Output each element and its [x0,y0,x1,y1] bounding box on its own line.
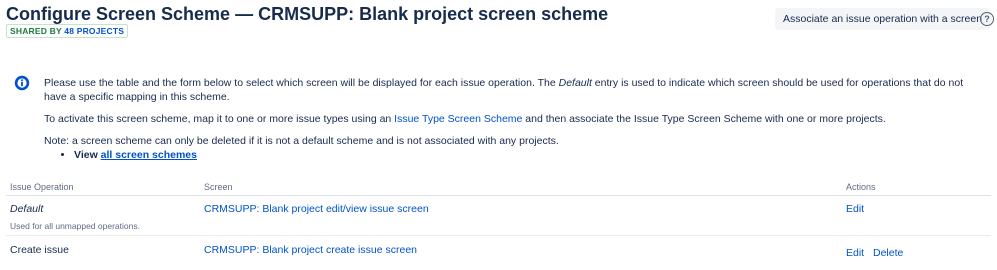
issue-type-screen-scheme-link[interactable]: Issue Type Screen Scheme [394,113,522,125]
view-list: View all screen schemes [44,148,974,162]
screen-link-edit-view[interactable]: CRMSUPP: Blank project edit/view issue s… [204,203,429,215]
help-icon[interactable]: ? [980,12,994,26]
info-paragraph-3: Note: a screen scheme can only be delete… [44,135,559,147]
edit-button-default[interactable]: Edit [846,203,864,215]
badge-prefix: SHARED BY [10,26,62,36]
column-header-issue-operation: Issue Operation [10,182,74,192]
row-operation-default: Default [10,203,44,215]
associate-operation-button[interactable]: Associate an issue operation with a scre… [775,8,991,30]
info-message: Please use the table and the form below … [44,76,974,162]
delete-button-create-issue[interactable]: Delete [873,247,903,259]
badge-project-count: 48 PROJECTS [64,26,125,36]
table-row-divider [6,235,991,236]
row-operation-description: Used for all unmapped operations. [10,221,140,231]
column-header-actions: Actions [846,182,876,192]
table-header-divider [6,195,991,196]
page-title: Configure Screen Scheme — CRMSUPP: Blank… [6,4,609,24]
view-list-item: View all screen schemes [74,148,974,162]
row-operation-create-issue: Create issue [10,244,69,256]
info-paragraph-1: Please use the table and the form below … [44,77,964,103]
info-paragraph-2: To activate this screen scheme, map it t… [44,113,886,125]
shared-by-badge[interactable]: SHARED BY 48 PROJECTS [6,24,129,38]
column-header-screen: Screen [204,182,233,192]
edit-button-create-issue[interactable]: Edit [846,247,864,259]
screen-link-create[interactable]: CRMSUPP: Blank project create issue scre… [204,244,417,256]
all-screen-schemes-link[interactable]: all screen schemes [101,149,197,161]
info-icon [14,75,30,91]
